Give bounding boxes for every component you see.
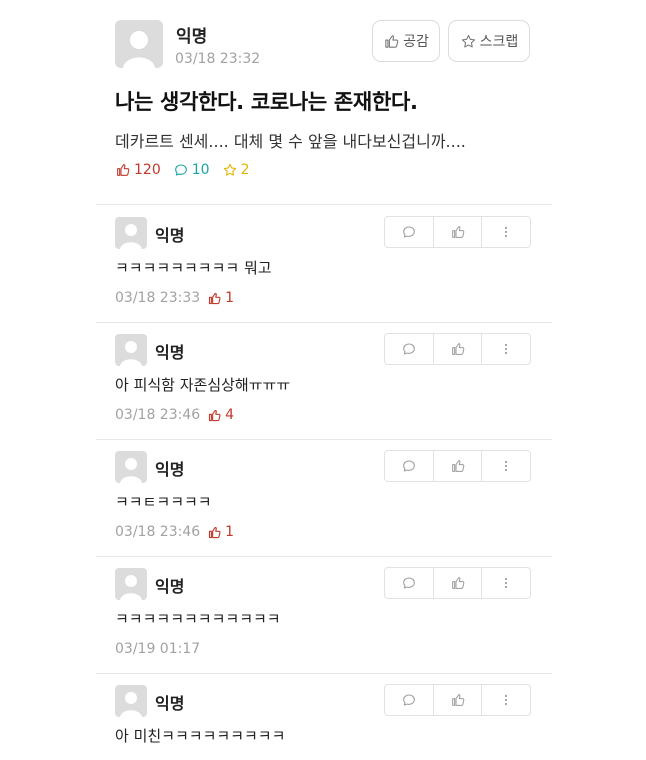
speech-bubble-icon bbox=[174, 164, 187, 176]
comment-time: 03/18 23:33 bbox=[115, 290, 201, 306]
speech-bubble-icon bbox=[402, 460, 415, 472]
comment-likes: 4 bbox=[225, 407, 235, 423]
comment-meta: 03/18 23:46 4 bbox=[115, 407, 234, 423]
thumbs-up-icon bbox=[451, 694, 464, 706]
comment-count: 10 bbox=[191, 162, 210, 178]
more-button[interactable] bbox=[482, 334, 530, 364]
speech-bubble-icon bbox=[402, 343, 415, 355]
post-time: 03/18 23:32 bbox=[175, 51, 261, 67]
thumbs-up-icon bbox=[209, 409, 221, 421]
comment-like-count: 4 bbox=[207, 407, 234, 423]
thumbs-up-icon bbox=[451, 343, 464, 355]
avatar-placeholder-icon bbox=[115, 451, 147, 483]
comment-like-button[interactable] bbox=[434, 451, 483, 481]
thumbs-up-icon bbox=[209, 526, 221, 538]
scrap-button[interactable]: 스크랩 bbox=[448, 20, 530, 62]
comment-likes: 1 bbox=[225, 524, 235, 540]
speech-bubble-icon bbox=[402, 226, 415, 238]
comment-meta: 03/18 23:33 1 bbox=[115, 290, 234, 306]
reply-button[interactable] bbox=[385, 217, 434, 247]
post-body: 데카르트 센세.... 대체 몇 수 앞을 내다보신겁니까.... bbox=[115, 132, 466, 151]
like-count-stat: 120 bbox=[115, 162, 161, 178]
comment-author: 익명 bbox=[155, 460, 185, 479]
comment-author: 익명 bbox=[155, 343, 185, 362]
more-button[interactable] bbox=[482, 685, 530, 715]
scrap-count: 2 bbox=[240, 162, 250, 178]
comment-like-count: 1 bbox=[207, 524, 234, 540]
more-button[interactable] bbox=[482, 217, 530, 247]
thumbs-up-icon bbox=[117, 164, 130, 176]
post: 익명 03/18 23:32 공감 스크랩 나는 생각한다. 코로나는 존재한다… bbox=[0, 0, 646, 205]
star-icon bbox=[223, 163, 236, 176]
comment-text: 아 미친ㅋㅋㅋㅋㅋㅋㅋㅋㅋ bbox=[115, 727, 286, 745]
comment-likes: 1 bbox=[225, 290, 235, 306]
comment-text: ㅋㅋㅌㅋㅋㅋㅋ bbox=[115, 493, 212, 511]
like-button[interactable]: 공감 bbox=[372, 20, 440, 62]
comment-author: 익명 bbox=[155, 577, 185, 596]
like-button-label: 공감 bbox=[403, 34, 429, 50]
comment-like-count: 1 bbox=[207, 290, 234, 306]
comment-item: 익명 ㅋㅋㅋㅋㅋㅋㅋㅋㅋ 뭐고 03/18 23:33 1 bbox=[0, 205, 646, 322]
more-vertical-icon bbox=[505, 226, 508, 238]
reply-button[interactable] bbox=[385, 685, 434, 715]
comment-actions bbox=[384, 567, 531, 599]
avatar-placeholder-icon bbox=[115, 685, 147, 717]
comment-like-button[interactable] bbox=[434, 685, 483, 715]
comment-actions bbox=[384, 216, 531, 248]
reply-button[interactable] bbox=[385, 568, 434, 598]
thumbs-up-icon bbox=[385, 34, 399, 48]
scrap-count-stat: 2 bbox=[222, 162, 250, 178]
thumbs-up-icon bbox=[451, 460, 464, 472]
comment-meta: 03/19 01:17 bbox=[115, 641, 200, 657]
reply-button[interactable] bbox=[385, 451, 434, 481]
star-icon bbox=[461, 34, 475, 47]
thumbs-up-icon bbox=[451, 577, 464, 589]
avatar-placeholder-icon bbox=[115, 20, 163, 68]
post-author: 익명 bbox=[176, 27, 208, 47]
comment-time: 03/19 01:17 bbox=[115, 641, 201, 657]
more-vertical-icon bbox=[505, 694, 508, 706]
thumbs-up-icon bbox=[451, 226, 464, 238]
comment-author: 익명 bbox=[155, 694, 185, 713]
comment-like-button[interactable] bbox=[434, 568, 483, 598]
more-button[interactable] bbox=[482, 568, 530, 598]
comment-item: 익명 ㅋㅋㅌㅋㅋㅋㅋ 03/18 23:46 1 bbox=[0, 439, 646, 556]
more-vertical-icon bbox=[505, 343, 508, 355]
comment-time: 03/18 23:46 bbox=[115, 524, 201, 540]
comment-actions bbox=[384, 450, 531, 482]
avatar-placeholder-icon bbox=[115, 217, 147, 249]
comment-text: ㅋㅋㅋㅋㅋㅋㅋㅋㅋㅋㅋㅋ bbox=[115, 610, 281, 628]
thumbs-up-icon bbox=[209, 292, 221, 304]
comment-item: 익명 아 미친ㅋㅋㅋㅋㅋㅋㅋㅋㅋ bbox=[0, 673, 646, 760]
more-vertical-icon bbox=[505, 577, 508, 589]
comment-meta: 03/18 23:46 1 bbox=[115, 524, 234, 540]
more-vertical-icon bbox=[505, 460, 508, 472]
speech-bubble-icon bbox=[402, 694, 415, 706]
comment-actions bbox=[384, 684, 531, 716]
comment-count-stat: 10 bbox=[173, 162, 210, 178]
comment-text: 아 피식함 자존심상해ㅠㅠㅠ bbox=[115, 376, 291, 394]
speech-bubble-icon bbox=[402, 577, 415, 589]
avatar-placeholder-icon bbox=[115, 334, 147, 366]
comment-actions bbox=[384, 333, 531, 365]
comment-item: 익명 ㅋㅋㅋㅋㅋㅋㅋㅋㅋㅋㅋㅋ 03/19 01:17 bbox=[0, 556, 646, 673]
post-title: 나는 생각한다. 코로나는 존재한다. bbox=[115, 90, 418, 114]
comment-text: ㅋㅋㅋㅋㅋㅋㅋㅋㅋ 뭐고 bbox=[115, 259, 272, 277]
post-stats: 120 10 2 bbox=[115, 162, 261, 178]
more-button[interactable] bbox=[482, 451, 530, 481]
comment-author: 익명 bbox=[155, 226, 185, 245]
comment-time: 03/18 23:46 bbox=[115, 407, 201, 423]
scrap-button-label: 스크랩 bbox=[479, 34, 519, 50]
like-count: 120 bbox=[134, 162, 161, 178]
comment-like-button[interactable] bbox=[434, 334, 483, 364]
avatar-placeholder-icon bbox=[115, 568, 147, 600]
comment-item: 익명 아 피식함 자존심상해ㅠㅠㅠ 03/18 23:46 4 bbox=[0, 322, 646, 439]
reply-button[interactable] bbox=[385, 334, 434, 364]
comment-like-button[interactable] bbox=[434, 217, 483, 247]
